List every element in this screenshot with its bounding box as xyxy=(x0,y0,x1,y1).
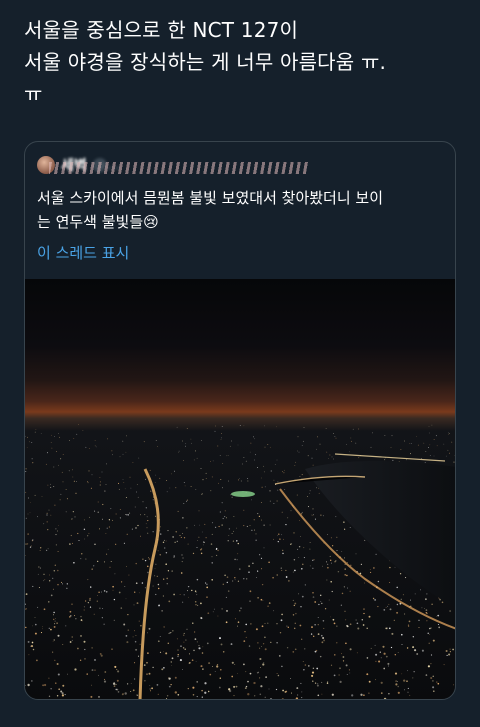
quoted-author-handle[interactable]: @... xyxy=(93,157,120,173)
show-thread-link[interactable]: 이 스레드 표시 xyxy=(37,243,129,263)
river xyxy=(305,460,455,608)
bridge-lights xyxy=(334,453,446,462)
avatar[interactable] xyxy=(37,156,55,174)
green-lights xyxy=(231,491,255,497)
night-city-photo-detail xyxy=(25,424,455,699)
tweet-text: 서울을 중심으로 한 NCT 127이 서울 야경을 장식하는 게 너무 아름다… xyxy=(24,18,387,106)
quoted-author-name[interactable]: 세벽 xyxy=(61,155,87,175)
quoted-tweet-text: 서울 스카이에서 믐뭔봄 불빛 보였대서 찾아봤더니 보이 는 연두색 불빛들😢 xyxy=(37,189,384,231)
quoted-tweet-card[interactable]: 세벽 @... 서울 스카이에서 믐뭔봄 불빛 보였대서 찾아봤더니 보이 는 … xyxy=(24,141,456,700)
redaction-scribble xyxy=(49,162,309,174)
highway-lights xyxy=(138,468,160,699)
quoted-tweet-header: 세벽 @... xyxy=(37,154,447,176)
